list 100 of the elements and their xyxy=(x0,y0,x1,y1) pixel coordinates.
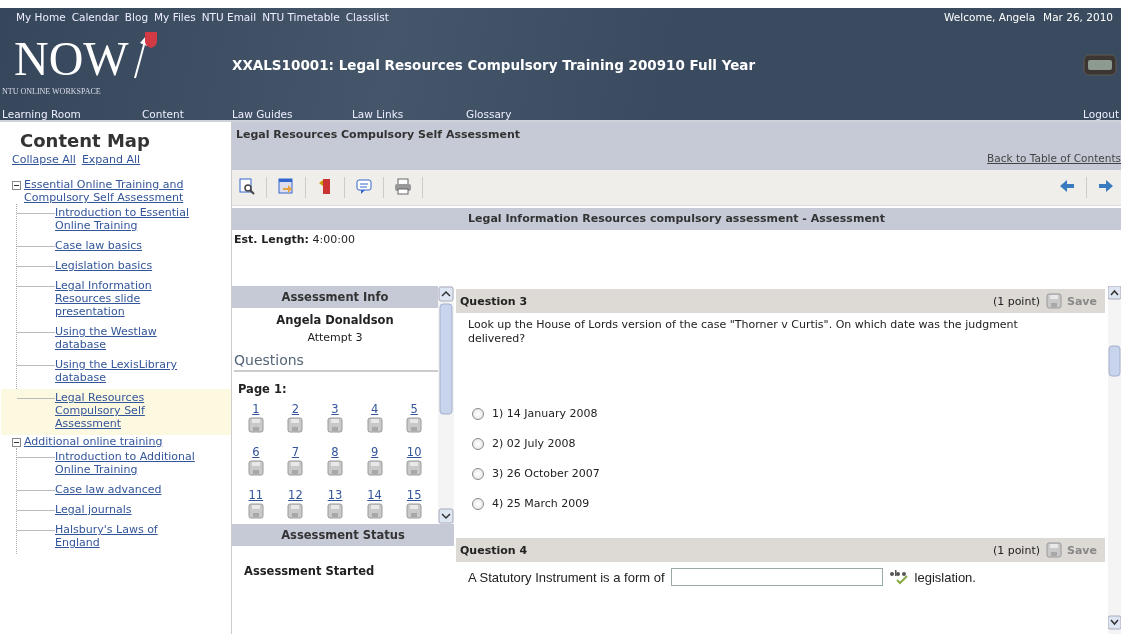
option-label: 1) 14 January 2008 xyxy=(492,407,598,420)
tree-item[interactable]: Additional online training xyxy=(24,435,163,448)
tree-item[interactable]: Using the LexisLibrary database xyxy=(55,358,195,384)
answer-field[interactable] xyxy=(670,568,883,586)
course-title: XXALS10001: Legal Resources Compulsory Training 200910 Full Year xyxy=(231,56,757,73)
top-link[interactable]: NTU Email xyxy=(201,11,257,23)
question-status-icon xyxy=(247,417,264,433)
question-link[interactable]: 3 xyxy=(331,402,339,416)
question-link[interactable]: 10 xyxy=(406,445,422,459)
question-link[interactable]: 13 xyxy=(327,488,343,502)
page-title: Legal Resources Compulsory Self Assessment xyxy=(236,128,521,141)
question-link[interactable]: 11 xyxy=(248,488,264,502)
tree-item[interactable]: Legislation basics xyxy=(55,259,195,272)
est-length: Est. Length: 4:00:00 xyxy=(234,233,355,246)
question-status-icon xyxy=(406,417,423,433)
question-status-icon xyxy=(247,460,264,476)
radio-button[interactable] xyxy=(472,467,484,480)
question-status-icon xyxy=(247,503,264,519)
question-status-icon xyxy=(327,460,343,476)
top-link[interactable]: Classlist xyxy=(345,11,389,23)
spellcheck-icon[interactable] xyxy=(888,569,909,585)
forward-arrow-icon[interactable] xyxy=(1097,177,1115,195)
question-status-icon xyxy=(406,503,423,519)
question-link[interactable]: 2 xyxy=(291,402,300,416)
back-link[interactable]: Back to Table of Contents xyxy=(987,152,1121,164)
tree-item[interactable]: Using the Westlaw database xyxy=(55,325,195,351)
radio-button[interactable] xyxy=(472,407,484,420)
welcome-text: Welcome, Angela xyxy=(944,11,1036,25)
tree-item[interactable]: Case law basics xyxy=(55,239,195,252)
tree-item[interactable]: Introduction to Essential Online Training xyxy=(55,206,195,232)
floppy-icon xyxy=(1046,293,1062,309)
export-icon[interactable] xyxy=(277,177,295,195)
radio-button[interactable] xyxy=(472,497,484,510)
question-link[interactable]: 12 xyxy=(288,488,303,502)
status-text: Assessment Started xyxy=(244,564,376,578)
question-link[interactable]: 7 xyxy=(291,445,300,459)
question-title: Question 4 xyxy=(460,543,529,557)
question-status-icon xyxy=(327,417,343,433)
top-link[interactable]: Calendar xyxy=(71,11,119,23)
attempt-label: Attempt 3 xyxy=(306,331,364,344)
option-label: 3) 26 October 2007 xyxy=(492,467,600,480)
print-icon[interactable] xyxy=(394,177,412,195)
tree-action-link[interactable]: Collapse All xyxy=(12,153,76,166)
question-status-icon xyxy=(406,460,423,476)
nav-link[interactable]: Law Guides xyxy=(232,108,352,120)
top-link[interactable]: My Home xyxy=(16,11,66,23)
section-title: Legal Information Resources compulsory assessment - Assessment xyxy=(232,208,1121,230)
question-text: A Statutory Instrument is a form of xyxy=(468,569,665,585)
device-icon[interactable] xyxy=(1083,52,1117,77)
question-link[interactable]: 5 xyxy=(410,402,418,416)
radio-button[interactable] xyxy=(472,437,484,450)
top-link[interactable]: NTU Timetable xyxy=(262,11,340,23)
question-status-icon xyxy=(287,460,304,476)
panel-header: Assessment Info xyxy=(232,286,438,308)
question-link[interactable]: 6 xyxy=(252,445,260,459)
tree-item[interactable]: Halsbury's Laws of England xyxy=(55,523,195,549)
question-status-icon xyxy=(287,503,304,519)
nav-link[interactable]: Learning Room xyxy=(2,108,142,120)
preview-icon[interactable] xyxy=(238,177,256,195)
question-link[interactable]: 1 xyxy=(252,402,260,416)
student-name: Angela Donaldson xyxy=(275,313,395,327)
question-status-icon xyxy=(366,417,383,433)
comment-icon[interactable] xyxy=(355,177,373,195)
question-status-icon xyxy=(366,503,383,519)
sidebar-title: Content Map xyxy=(20,130,151,151)
question-link[interactable]: 4 xyxy=(370,402,379,416)
collapse-icon[interactable] xyxy=(12,438,21,447)
page-label: Page 1: xyxy=(238,382,288,396)
shield-icon xyxy=(144,30,158,49)
collapse-icon[interactable] xyxy=(12,181,21,190)
tree-item[interactable]: Legal journals xyxy=(55,503,195,516)
tree-action-link[interactable]: Expand All xyxy=(81,153,141,166)
nav-link[interactable]: Content xyxy=(142,108,232,120)
logo-subtitle: NTU ONLINE WORKSPACE xyxy=(2,86,101,96)
question-link[interactable]: 9 xyxy=(370,445,379,459)
question-status-icon xyxy=(366,460,383,476)
panel-header: Assessment Status xyxy=(232,524,454,546)
question-status-icon xyxy=(287,417,304,433)
logout-link[interactable]: Logout xyxy=(1083,108,1119,120)
question-link[interactable]: 8 xyxy=(331,445,339,459)
question-text: Look up the House of Lords version of the case "Thorner v Curtis". On which date was the judgment delivered? xyxy=(467,317,1019,347)
nav-link[interactable]: Glossary xyxy=(466,108,512,120)
floppy-icon xyxy=(1046,542,1062,558)
top-link[interactable]: My Files xyxy=(154,11,196,23)
top-link[interactable]: Blog xyxy=(124,11,149,23)
tree-item[interactable]: Legal Information Resources slide presentation xyxy=(55,279,195,318)
tree-item[interactable]: Case law advanced xyxy=(55,483,195,496)
question-text: legislation. xyxy=(914,569,976,585)
tree-item[interactable]: Essential Online Training and Compulsory Self Assessment xyxy=(24,178,231,204)
back-arrow-icon[interactable] xyxy=(1058,177,1076,195)
nav-link[interactable]: Law Links xyxy=(352,108,466,120)
scrollbar[interactable] xyxy=(1108,286,1121,634)
date-text: Mar 26, 2010 xyxy=(1043,11,1113,25)
tree-item[interactable]: Introduction to Additional Online Training xyxy=(55,450,195,476)
scrollbar[interactable] xyxy=(438,286,454,524)
option-label: 4) 25 March 2009 xyxy=(492,497,590,510)
question-link[interactable]: 14 xyxy=(367,488,382,502)
option-label: 2) 02 July 2008 xyxy=(492,437,576,450)
question-link[interactable]: 15 xyxy=(406,488,422,502)
question-points: (1 point) xyxy=(992,543,1040,557)
